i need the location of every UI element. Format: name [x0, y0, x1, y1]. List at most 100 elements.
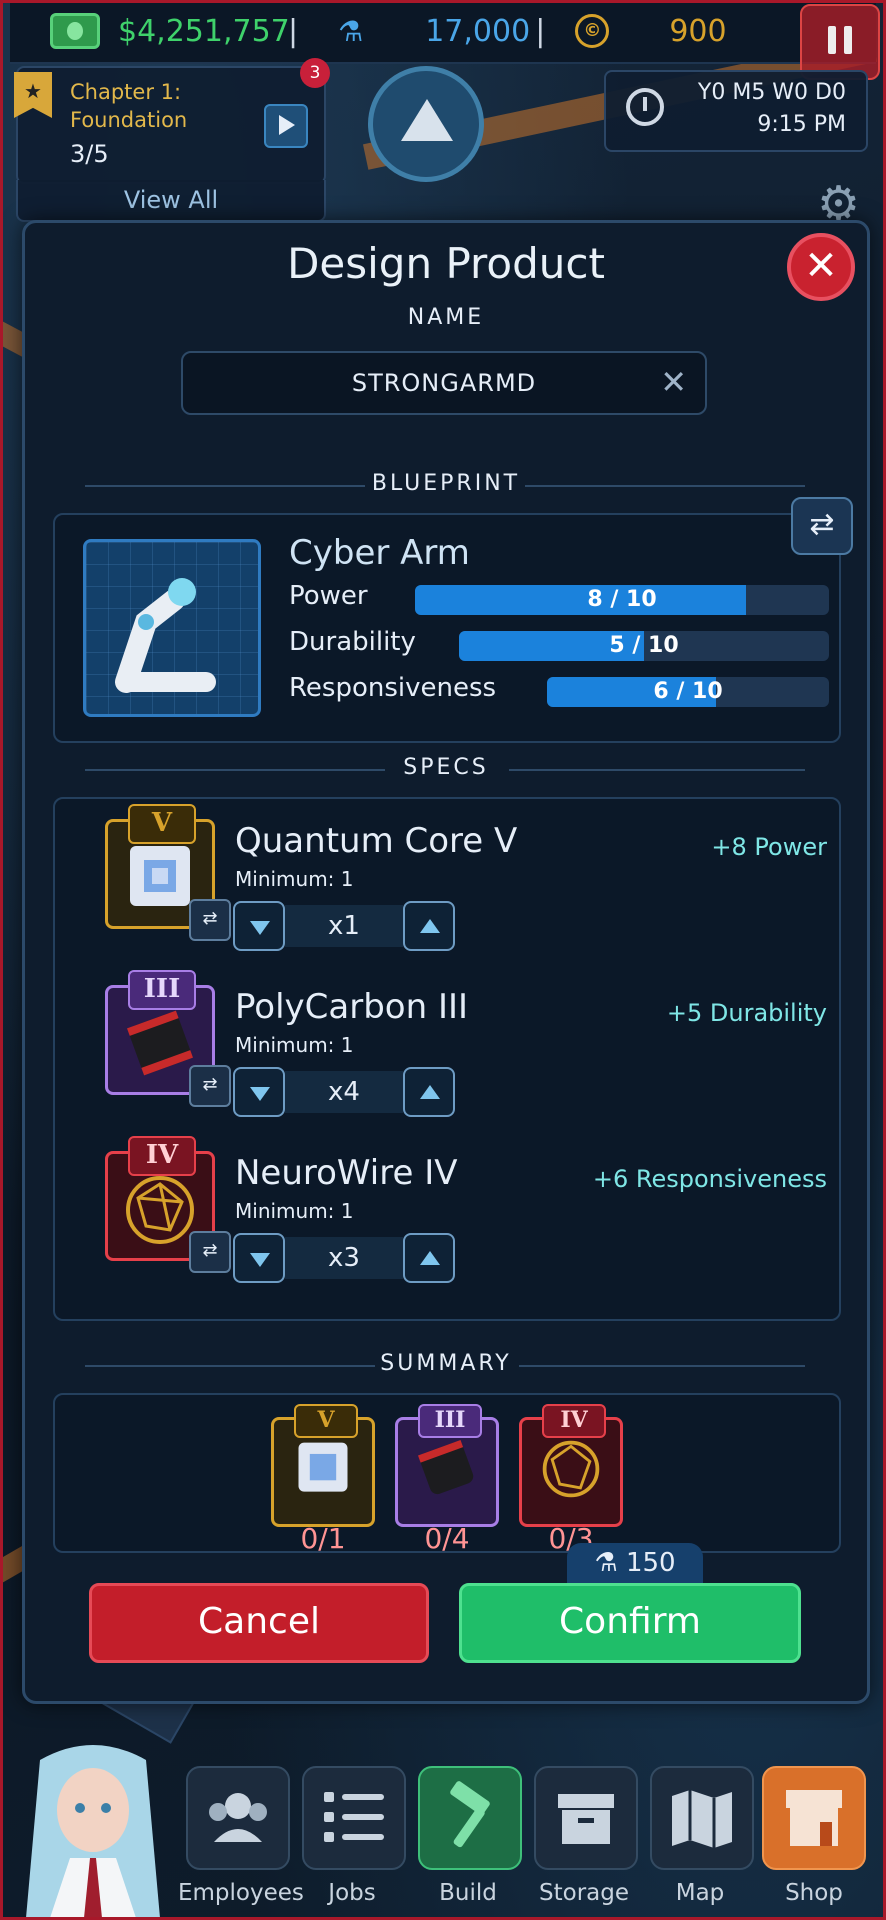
- increase-button[interactable]: [403, 1067, 455, 1117]
- stat-bar-responsiveness: 6 / 10: [547, 677, 829, 707]
- clear-icon[interactable]: ✕: [660, 363, 687, 401]
- coin-value: 900: [669, 13, 727, 49]
- spec-bonus: +5 Durability: [666, 999, 827, 1027]
- nav-shop[interactable]: [762, 1766, 866, 1870]
- spec-name: NeuroWire IV: [235, 1153, 458, 1193]
- close-button[interactable]: ✕: [787, 233, 855, 301]
- blueprint-name: Cyber Arm: [289, 533, 470, 573]
- tier-badge: III: [418, 1404, 482, 1438]
- chapter-panel[interactable]: ★ Chapter 1: Foundation 3/5 3: [14, 58, 330, 184]
- flask-icon: ⚗: [338, 14, 364, 48]
- decrease-button[interactable]: [233, 901, 285, 951]
- tier-badge: V: [294, 1404, 358, 1438]
- summary-count: 0/4: [424, 1522, 470, 1555]
- summary-item: V 0/1: [271, 1404, 375, 1555]
- swap-spec-button[interactable]: ⇄: [189, 899, 231, 941]
- separator: |: [535, 13, 546, 49]
- tier-badge: IV: [128, 1136, 196, 1176]
- game-clock: Y0 M5 W0 D0 9:15 PM: [604, 70, 868, 152]
- cyber-arm-icon: [115, 578, 216, 693]
- up-arrow-icon[interactable]: [368, 66, 484, 182]
- spec-bonus: +8 Power: [711, 833, 827, 861]
- cancel-button[interactable]: Cancel: [89, 1583, 429, 1663]
- view-all-link[interactable]: View All: [16, 180, 326, 222]
- nav-employees[interactable]: [186, 1766, 290, 1870]
- play-icon[interactable]: [264, 104, 308, 148]
- product-name-input[interactable]: STRONGARMD ✕: [181, 351, 707, 415]
- nav-build[interactable]: [418, 1766, 522, 1870]
- nav-label-map: Map: [675, 1880, 725, 1906]
- quantity-stepper: x3: [233, 1233, 455, 1287]
- nav-label-employees: Employees: [178, 1880, 304, 1906]
- nav-label-storage: Storage: [539, 1880, 629, 1906]
- research-value: 17,000: [425, 13, 531, 49]
- research-cost: ⚗ 150: [567, 1543, 703, 1583]
- spec-name: Quantum Core V: [235, 821, 518, 861]
- nav-label-build: Build: [439, 1880, 497, 1906]
- blueprint-card: Cyber Arm Power 8 / 10 Durability 5 / 10…: [53, 513, 841, 743]
- quantity-value: x1: [285, 905, 403, 947]
- pause-icon: [828, 26, 836, 54]
- nav-jobs[interactable]: [302, 1766, 406, 1870]
- cost-value: 150: [625, 1548, 676, 1578]
- game-time: 9:15 PM: [757, 112, 846, 137]
- decrease-button[interactable]: [233, 1067, 285, 1117]
- design-product-modal: Design Product ✕ NAME STRONGARMD ✕ BLUEP…: [22, 220, 870, 1704]
- stat-value-responsiveness: 6 / 10: [653, 679, 723, 704]
- summary-item: IV 0/3: [519, 1404, 623, 1555]
- summary-label: SUMMARY: [380, 1351, 512, 1376]
- swap-spec-button[interactable]: ⇄: [189, 1065, 231, 1107]
- spec-minimum: Minimum: 1: [235, 1199, 354, 1223]
- clock-icon: [626, 88, 664, 126]
- swap-spec-button[interactable]: ⇄: [189, 1231, 231, 1273]
- summary-count: 0/1: [300, 1522, 346, 1555]
- tier-badge: V: [128, 804, 196, 844]
- product-name-value: STRONGARMD: [351, 369, 537, 397]
- money-value: $4,251,757: [118, 13, 290, 49]
- increase-button[interactable]: [403, 1233, 455, 1283]
- storage-icon: [558, 1794, 614, 1844]
- stat-label-durability: Durability: [289, 627, 416, 657]
- tier-badge: IV: [542, 1404, 606, 1438]
- spec-name: PolyCarbon III: [235, 987, 469, 1027]
- map-icon: [672, 1790, 732, 1848]
- flask-icon: ⚗: [594, 1548, 626, 1578]
- tier-badge: III: [128, 970, 196, 1010]
- stat-bar-power: 8 / 10: [415, 585, 829, 615]
- blueprint-label: BLUEPRINT: [371, 471, 521, 496]
- bottom-navigation: Employees Jobs Build Storage Map Shop: [0, 1700, 886, 1920]
- spec-minimum: Minimum: 1: [235, 1033, 354, 1057]
- spec-row: III ⇄ PolyCarbon III Minimum: 1 +5 Durab…: [55, 965, 855, 1117]
- jobs-icon: [324, 1792, 384, 1842]
- modal-title: Design Product: [287, 239, 605, 288]
- summary-card: V 0/1 III 0/4 IV 0/3: [53, 1393, 841, 1555]
- summary-item: III 0/4: [395, 1404, 499, 1555]
- stat-label-power: Power: [289, 581, 368, 611]
- stat-value-power: 8 / 10: [587, 587, 657, 612]
- specs-card: V ⇄ Quantum Core V Minimum: 1 +8 Power x…: [53, 797, 841, 1321]
- spec-minimum: Minimum: 1: [235, 867, 354, 891]
- swap-blueprint-button[interactable]: ⇄: [791, 497, 853, 555]
- separator: |: [288, 13, 299, 49]
- chapter-title: Chapter 1: Foundation: [70, 80, 188, 132]
- nav-storage[interactable]: [534, 1766, 638, 1870]
- chapter-progress: 3/5: [70, 140, 109, 168]
- decrease-button[interactable]: [233, 1233, 285, 1283]
- star-bookmark-icon: ★: [14, 72, 52, 118]
- top-resource-bar: $4,251,757 | ⚗ 17,000 | © 900: [10, 0, 876, 64]
- confirm-button[interactable]: Confirm: [459, 1583, 801, 1663]
- nav-label-shop: Shop: [785, 1880, 843, 1906]
- advisor-avatar[interactable]: [10, 1740, 176, 1918]
- increase-button[interactable]: [403, 901, 455, 951]
- nav-label-jobs: Jobs: [328, 1880, 376, 1906]
- quantity-value: x4: [285, 1071, 403, 1113]
- pause-button[interactable]: [800, 4, 880, 80]
- name-label: NAME: [407, 305, 485, 330]
- cash-icon: [50, 13, 100, 49]
- shop-icon: [786, 1790, 842, 1846]
- nav-map[interactable]: [650, 1766, 754, 1870]
- specs-label: SPECS: [403, 755, 489, 780]
- stat-value-durability: 5 / 10: [609, 633, 679, 658]
- spec-row: V ⇄ Quantum Core V Minimum: 1 +8 Power x…: [55, 799, 855, 951]
- quantity-stepper: x4: [233, 1067, 455, 1121]
